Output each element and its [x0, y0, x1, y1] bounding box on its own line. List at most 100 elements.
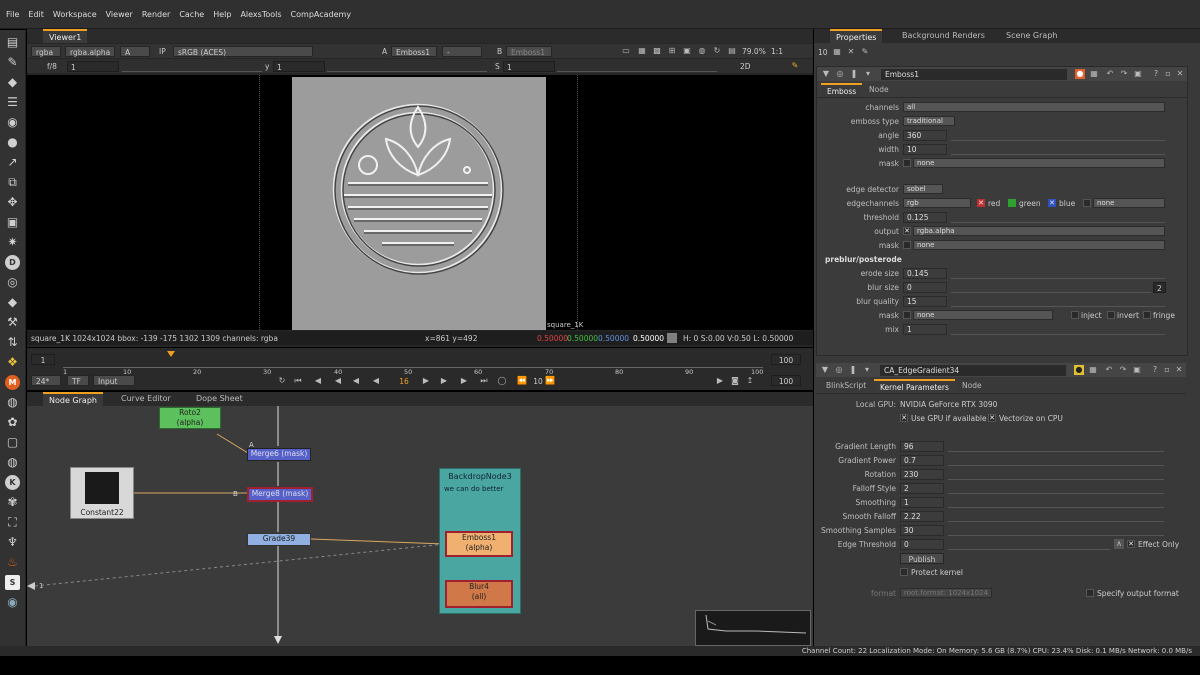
tree-icon[interactable]: ♆ — [5, 535, 20, 550]
flipbook-icon[interactable]: ◙ — [730, 376, 740, 386]
transform-icon[interactable]: ✥ — [5, 195, 20, 210]
timeline-end-field[interactable]: 100 — [771, 354, 801, 365]
other-icon[interactable]: ⇅ — [5, 335, 20, 350]
mask-checkbox[interactable] — [903, 159, 911, 167]
tab-node[interactable]: Node — [956, 379, 988, 393]
blur-quality-slider[interactable] — [951, 296, 1165, 307]
ratio-select[interactable]: 1:1 — [771, 46, 783, 57]
menu-alexstools[interactable]: AlexsTools — [240, 10, 281, 19]
tab-kernel-parameters[interactable]: Kernel Parameters — [874, 379, 955, 393]
gain-field[interactable]: 1 — [67, 61, 119, 72]
tab-node-graph[interactable]: Node Graph — [43, 392, 103, 406]
revert-icon[interactable]: ▣ — [1133, 69, 1143, 79]
extra-channel-checkbox[interactable] — [1083, 199, 1091, 207]
last-frame-icon[interactable]: ⏭ — [479, 376, 489, 386]
gizmo-icon[interactable]: ◍ — [5, 395, 20, 410]
gradient-length-field[interactable]: 96 — [900, 441, 944, 452]
float-panel-icon[interactable]: ▫ — [1162, 365, 1172, 375]
float-icon[interactable]: ◎ — [835, 69, 845, 79]
angle-field[interactable]: 360 — [903, 130, 947, 141]
tab-viewer1[interactable]: Viewer1 — [43, 29, 88, 43]
keyer-icon[interactable]: ↗ — [5, 155, 20, 170]
format-select[interactable]: root.format: 1024x1024 — [900, 588, 992, 598]
green-checkbox[interactable] — [1008, 199, 1016, 207]
fringe-checkbox[interactable] — [1143, 311, 1151, 319]
tab-background-renders[interactable]: Background Renders — [896, 29, 991, 43]
gamma-field[interactable]: 1 — [273, 61, 325, 72]
revert-icon[interactable]: ▣ — [1132, 365, 1142, 375]
capture-icon[interactable]: ▤ — [727, 46, 737, 56]
gradient-length-slider[interactable] — [948, 441, 1164, 452]
width-slider[interactable] — [951, 144, 1165, 155]
smoothing-samples-slider[interactable] — [948, 525, 1164, 536]
timeline-start-field[interactable]: 1 — [31, 354, 55, 365]
output-select[interactable]: rgba.alpha — [913, 226, 1165, 236]
s-plugin-icon[interactable]: S — [5, 575, 20, 590]
play-icon[interactable]: ▶ — [421, 376, 431, 386]
gradient-node-name[interactable]: CA_EdgeGradient34 — [880, 365, 1066, 376]
timeline-ruler[interactable] — [63, 358, 763, 368]
menu-render[interactable]: Render — [142, 10, 170, 19]
edge-threshold-field[interactable]: 0 — [900, 539, 944, 550]
edgechannels-select[interactable]: rgb — [903, 198, 971, 208]
colorspace-select[interactable]: sRGB (ACES) — [173, 46, 313, 57]
node-color-icon[interactable]: ● — [1075, 69, 1085, 79]
edge-threshold-slider[interactable] — [948, 539, 1110, 550]
k-plugin-icon[interactable]: K — [5, 475, 20, 490]
cube-icon[interactable]: ▢ — [5, 435, 20, 450]
color-icon[interactable]: ◉ — [5, 115, 20, 130]
rotation-slider[interactable] — [948, 469, 1164, 480]
mask2-select[interactable]: none — [913, 240, 1165, 250]
tab-emboss[interactable]: Emboss — [821, 83, 863, 97]
node-merge8[interactable]: Merge8 (mask) — [247, 487, 313, 502]
help-question-icon[interactable]: ? — [1151, 69, 1161, 79]
width-field[interactable]: 10 — [903, 144, 947, 155]
erode-size-field[interactable]: 0.145 — [903, 268, 947, 279]
overlay-icon[interactable]: ▦ — [637, 46, 647, 56]
float-panel-icon[interactable]: ▫ — [1163, 69, 1173, 79]
publish-button[interactable]: Publish — [900, 553, 944, 564]
vectorize-checkbox[interactable]: ✕ — [988, 414, 996, 422]
pen-icon[interactable]: ✎ — [790, 61, 800, 71]
angle-slider[interactable] — [951, 130, 1165, 141]
saturation-slider[interactable] — [557, 61, 717, 72]
region-icon[interactable]: ⊞ — [667, 46, 677, 56]
tab-node[interactable]: Node — [863, 83, 895, 97]
menu-viewer[interactable]: Viewer — [106, 10, 133, 19]
node-roto2[interactable]: Roto2 (alpha) — [159, 407, 221, 429]
particles-icon[interactable]: ✷ — [5, 235, 20, 250]
rotation-field[interactable]: 230 — [900, 469, 944, 480]
float-icon[interactable]: ◎ — [834, 365, 844, 375]
center-icon[interactable]: ▾ — [863, 69, 873, 79]
mix-slider[interactable] — [951, 324, 1165, 335]
help-icon[interactable]: ❚ — [849, 69, 859, 79]
zoom-select[interactable]: 79.0% — [742, 46, 766, 57]
filter-icon[interactable]: ● — [5, 135, 20, 150]
play-back-icon[interactable]: ◀ — [351, 376, 361, 386]
mask-select[interactable]: none — [913, 158, 1165, 168]
tab-blinkscript[interactable]: BlinkScript — [820, 379, 872, 393]
settings-icon[interactable]: ✿ — [5, 415, 20, 430]
python-icon[interactable]: ❖ — [5, 355, 20, 370]
blur-size-field[interactable]: 0 — [903, 282, 947, 293]
mix-field[interactable]: 1 — [903, 324, 947, 335]
tab-curve-editor[interactable]: Curve Editor — [115, 392, 177, 406]
menu-edit[interactable]: Edit — [28, 10, 44, 19]
node-grade39[interactable]: Grade39 — [247, 533, 311, 546]
mask3-select[interactable]: none — [913, 310, 1053, 320]
node-color-icon[interactable]: ● — [1074, 365, 1084, 375]
pause-icon[interactable]: ◍ — [697, 46, 707, 56]
tab-dope-sheet[interactable]: Dope Sheet — [190, 392, 249, 406]
menu-workspace[interactable]: Workspace — [53, 10, 97, 19]
merge-icon[interactable]: ⧉ — [5, 175, 20, 190]
menu-help[interactable]: Help — [213, 10, 231, 19]
undo-icon[interactable]: ↶ — [1105, 69, 1115, 79]
skip-forward-icon[interactable]: ⏩ — [545, 376, 555, 386]
drop-icon[interactable]: ◆ — [5, 75, 20, 90]
help-question-icon[interactable]: ? — [1150, 365, 1160, 375]
threshold-field[interactable]: 0.125 — [903, 212, 947, 223]
play-back-icon-2[interactable]: ◀ — [371, 376, 381, 386]
protect-kernel-checkbox[interactable] — [900, 568, 908, 576]
prev-key-icon[interactable]: ◀ — [313, 376, 323, 386]
font-color-icon[interactable]: ▦ — [1089, 69, 1099, 79]
